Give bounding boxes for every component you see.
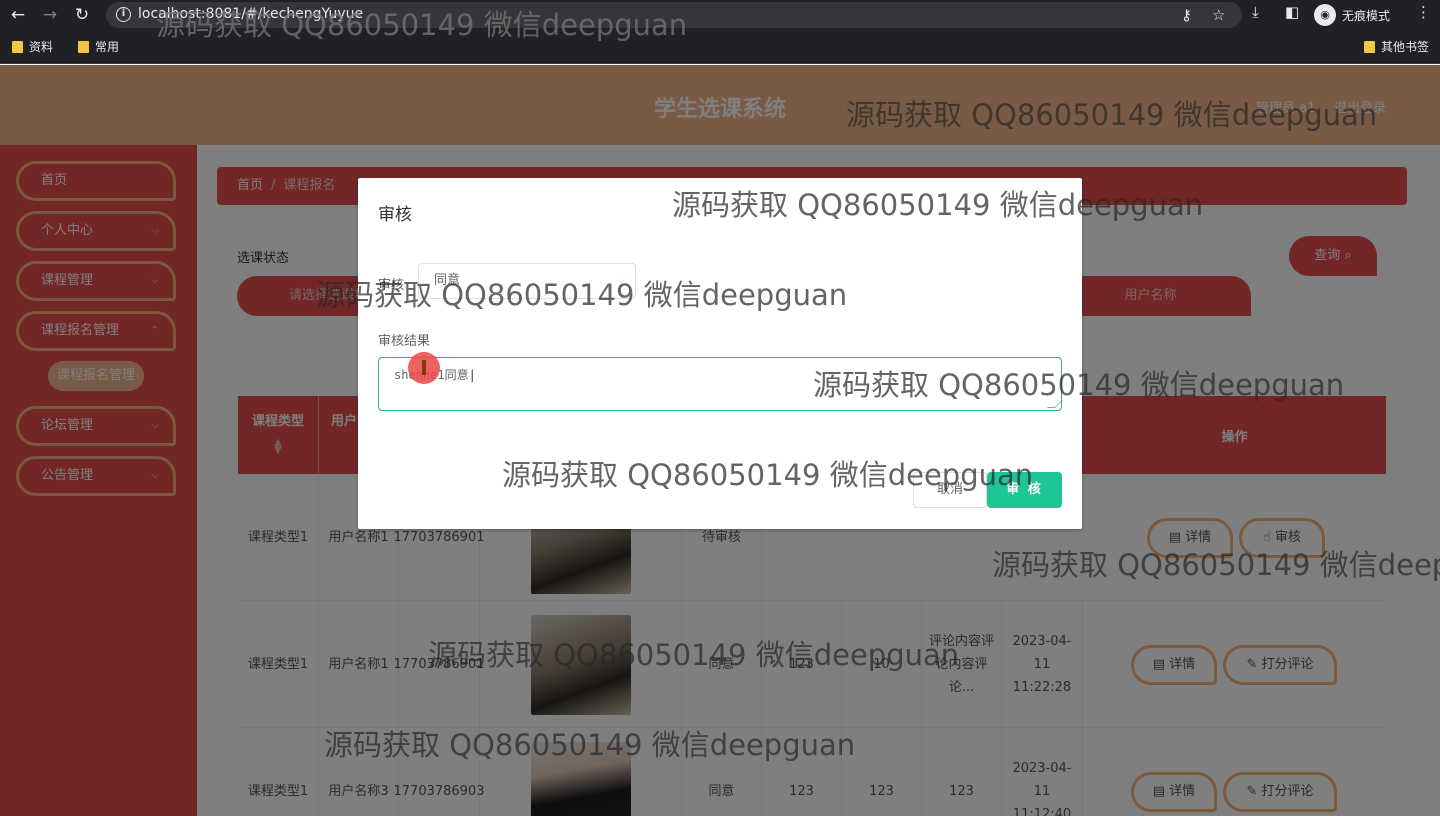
- reload-icon[interactable]: ↻: [70, 3, 94, 27]
- dialog-title: 审核: [378, 205, 412, 225]
- url-text[interactable]: localhost:8081/#/kechengYuyue: [138, 6, 363, 22]
- browser-toolbar: ← → ↻ i localhost:8081/#/kechengYuyue ⚷ …: [0, 0, 1440, 30]
- incognito-icon: ◉: [1314, 4, 1336, 26]
- confirm-review-button[interactable]: 审 核: [987, 472, 1062, 508]
- download-icon[interactable]: ⤓: [1252, 3, 1259, 21]
- site-info-icon[interactable]: i: [116, 7, 131, 22]
- review-dialog: 审核 审核 同意⌵ 审核结果 shenhe1同意| 取消 审 核: [358, 178, 1082, 529]
- text-cursor-icon: I: [408, 352, 440, 384]
- address-bar[interactable]: i localhost:8081/#/kechengYuyue ⚷ ☆: [106, 2, 1242, 28]
- incognito-indicator[interactable]: ◉ 无痕模式: [1314, 3, 1390, 27]
- folder-icon: [78, 40, 89, 53]
- review-select[interactable]: 同意 ⌵: [418, 263, 636, 299]
- bookmark-folder[interactable]: 资料: [12, 38, 53, 55]
- review-result-textarea[interactable]: shenhe1同意|: [378, 357, 1063, 411]
- sidepanel-icon[interactable]: ◧: [1285, 3, 1299, 21]
- review-label: 审核: [378, 278, 405, 293]
- folder-icon: [1364, 40, 1375, 53]
- other-bookmarks[interactable]: 其他书签: [1364, 38, 1429, 55]
- back-icon[interactable]: ←: [6, 3, 30, 27]
- bookmarks-bar: 资料 常用 其他书签: [0, 30, 1440, 64]
- forward-icon[interactable]: →: [38, 3, 62, 27]
- folder-icon: [12, 40, 23, 53]
- bookmark-star-icon[interactable]: ☆: [1212, 6, 1225, 24]
- menu-icon[interactable]: ⋮: [1416, 3, 1431, 21]
- review-result-label: 审核结果: [378, 334, 431, 349]
- incognito-label: 无痕模式: [1342, 8, 1391, 23]
- resize-handle[interactable]: [1047, 400, 1063, 408]
- chevron-down-icon: ⌵: [617, 275, 625, 286]
- key-icon[interactable]: ⚷: [1181, 6, 1192, 24]
- cancel-button[interactable]: 取消: [913, 472, 987, 508]
- bookmark-folder[interactable]: 常用: [78, 38, 119, 55]
